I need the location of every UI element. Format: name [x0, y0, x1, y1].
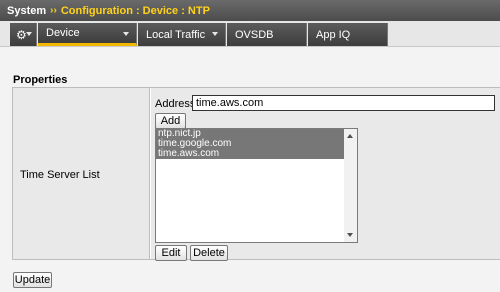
section-title: Properties	[13, 74, 68, 86]
tab-device[interactable]: Device	[38, 23, 137, 46]
tab-label: Local Traffic	[146, 28, 206, 41]
tab-label: Device	[46, 27, 80, 39]
time-server-listbox[interactable]: ntp.nict.jp time.google.com time.aws.com	[155, 128, 358, 243]
chevron-down-icon	[26, 32, 32, 36]
time-server-list-label: Time Server List	[20, 169, 100, 181]
update-button[interactable]: Update	[13, 272, 52, 288]
chevron-down-icon	[123, 32, 129, 36]
tab-settings-menu[interactable]: ⚙	[10, 23, 37, 46]
list-item[interactable]: time.aws.com	[156, 149, 346, 159]
edit-button[interactable]: Edit	[155, 245, 187, 261]
tab-app-iq[interactable]: App IQ	[308, 23, 388, 46]
breadcrumb-root[interactable]: System	[7, 5, 46, 17]
tab-bar: ⚙ Device Local Traffic OVSDB App IQ	[0, 21, 500, 47]
tab-ovsdb[interactable]: OVSDB	[227, 23, 307, 46]
tab-label: App IQ	[316, 28, 351, 41]
listbox-scrollbar[interactable]	[344, 129, 357, 242]
breadcrumb-path: Configuration : Device : NTP	[60, 4, 210, 17]
scroll-down-icon[interactable]	[347, 233, 353, 237]
delete-button[interactable]: Delete	[190, 245, 228, 261]
scroll-up-icon[interactable]	[347, 134, 353, 138]
breadcrumb: System ›› Configuration : Device : NTP	[0, 0, 500, 21]
address-input[interactable]	[192, 95, 495, 111]
breadcrumb-separator: ››	[50, 5, 57, 16]
chevron-down-icon	[212, 32, 218, 36]
tab-local-traffic[interactable]: Local Traffic	[138, 23, 226, 46]
row-label-cell: Time Server List	[13, 88, 150, 259]
tab-label: OVSDB	[235, 28, 274, 41]
add-button[interactable]: Add	[155, 113, 186, 129]
